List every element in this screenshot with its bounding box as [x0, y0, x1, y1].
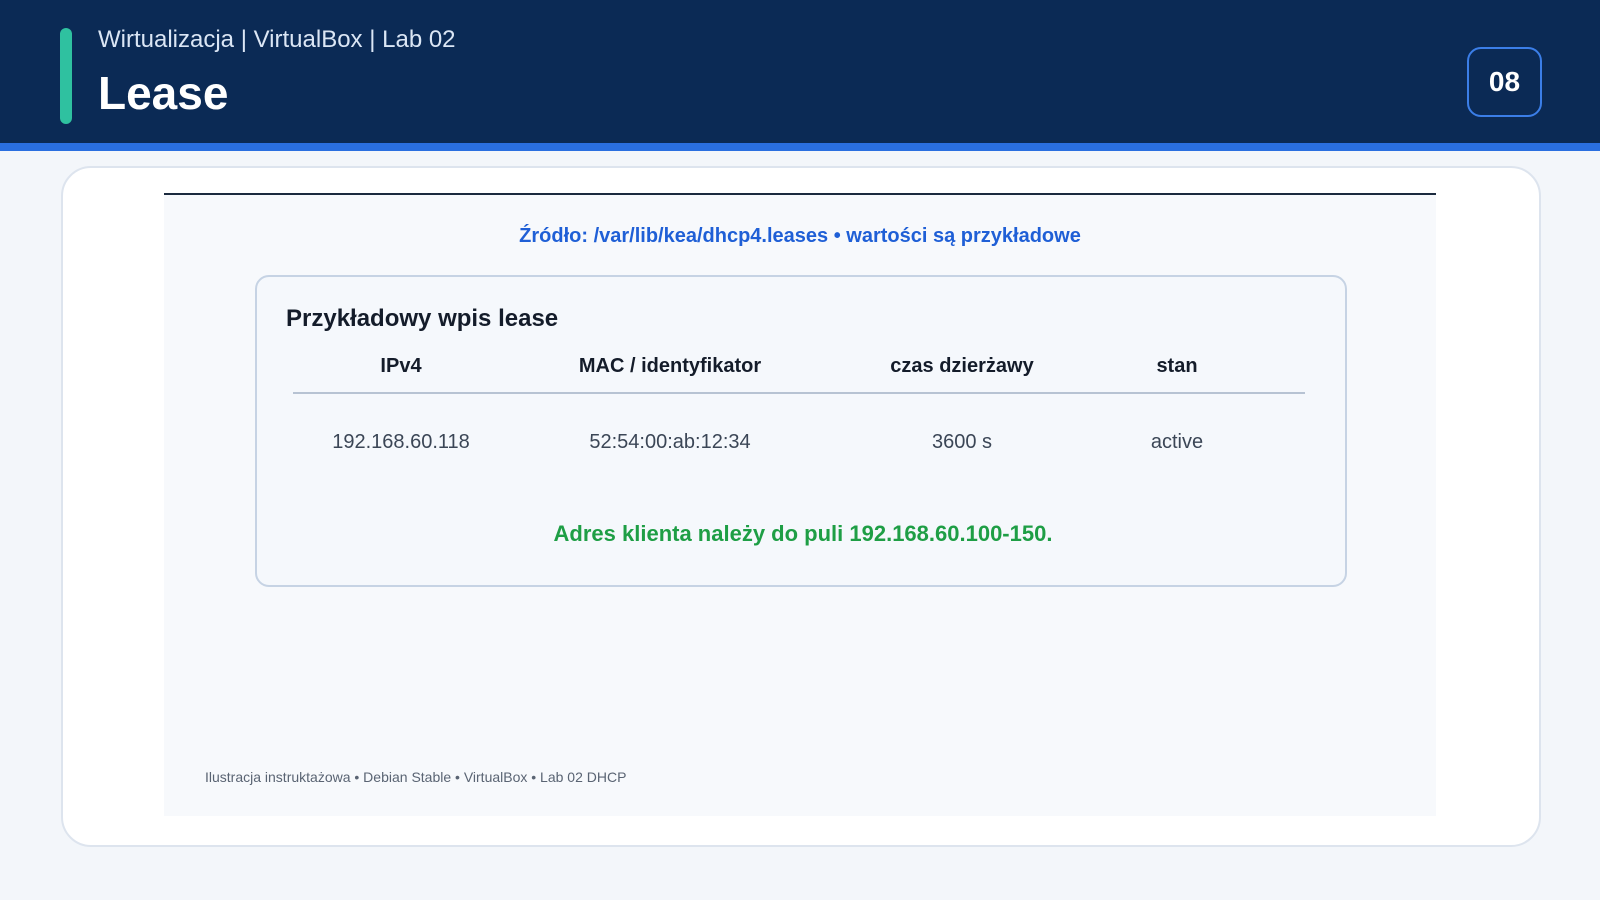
illustration-area: Źródło: /var/lib/kea/dhcp4.leases • wart…	[164, 193, 1436, 816]
column-header-lease-time: czas dzierżawy	[890, 355, 1034, 377]
breadcrumb-subtitle: Wirtualizacja | VirtualBox | Lab 02	[98, 26, 456, 53]
cell-ipv4: 192.168.60.118	[332, 431, 470, 453]
lease-entry-panel: Przykładowy wpis lease IPv4 MAC / identy…	[255, 275, 1347, 587]
footer-caption: Ilustracja instruktażowa • Debian Stable…	[205, 769, 627, 785]
cell-mac: 52:54:00:ab:12:34	[589, 431, 751, 453]
page-number-badge: 08	[1467, 47, 1542, 117]
panel-title: Przykładowy wpis lease	[286, 305, 559, 332]
cell-state: active	[1150, 431, 1204, 453]
illustration-top-rule	[164, 193, 1436, 195]
slide-header	[0, 0, 1600, 143]
accent-bar	[60, 28, 72, 124]
header-divider	[0, 143, 1600, 151]
column-header-state: stan	[1156, 355, 1198, 377]
source-caption: Źródło: /var/lib/kea/dhcp4.leases • wart…	[519, 225, 1081, 247]
page-title: Lease	[98, 67, 229, 119]
table-header-rule	[293, 392, 1305, 394]
pool-note: Adres klienta należy do puli 192.168.60.…	[553, 521, 1053, 546]
column-header-mac: MAC / identyfikator	[578, 355, 762, 377]
column-header-ipv4: IPv4	[380, 355, 422, 377]
cell-lease-time: 3600 s	[931, 431, 993, 453]
